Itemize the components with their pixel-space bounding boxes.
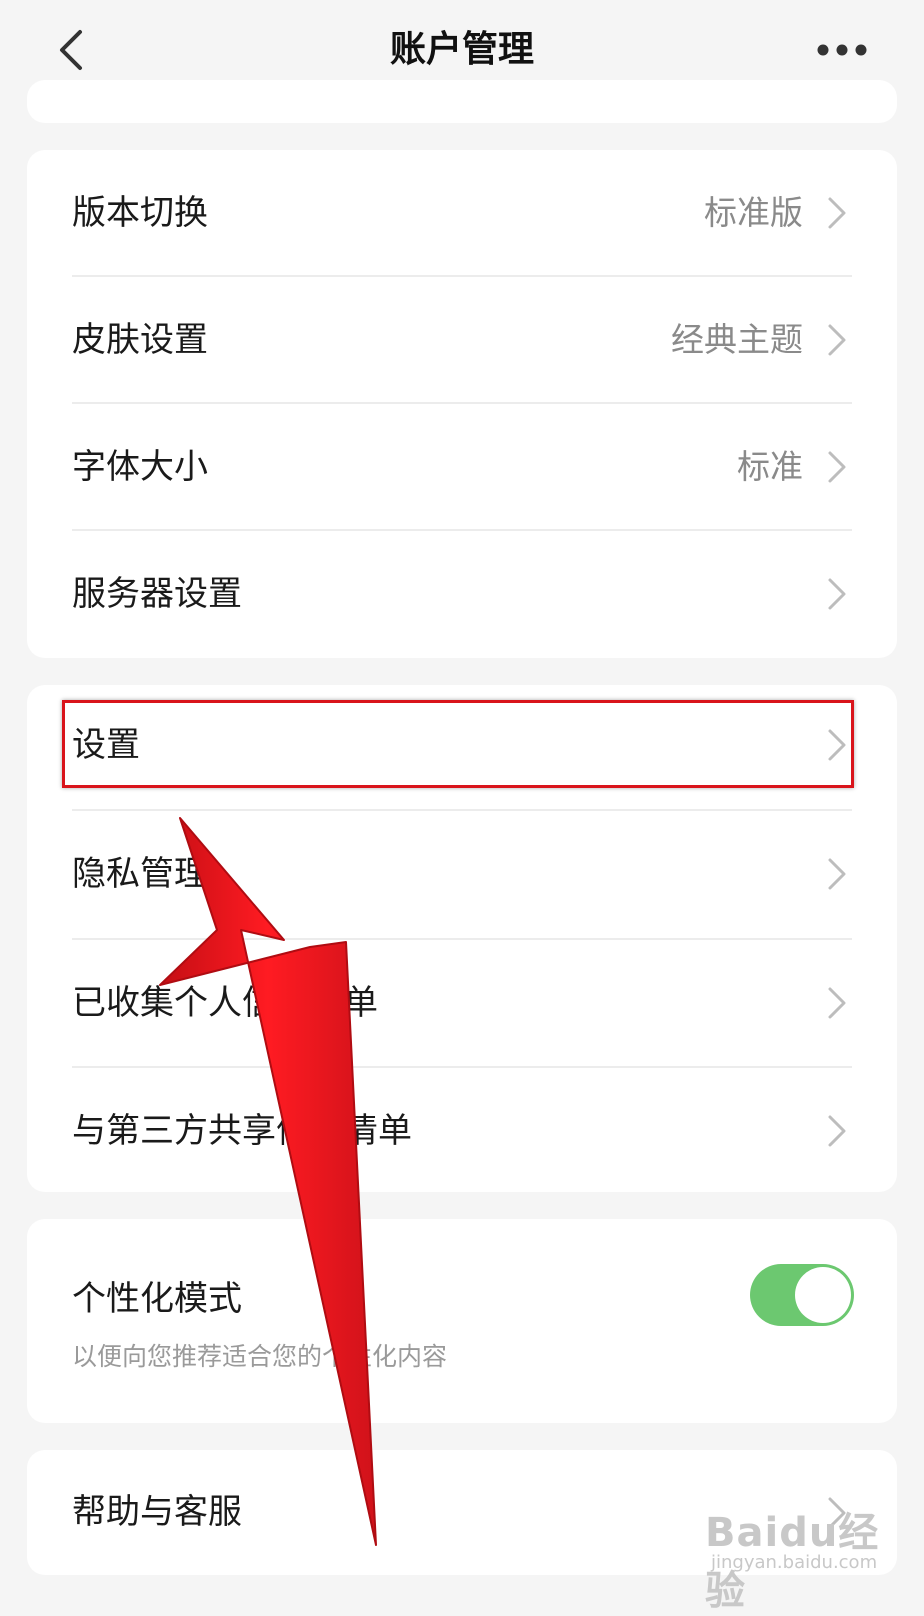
item-label: 与第三方共享信息清单	[72, 1111, 412, 1151]
personalization-toggle[interactable]	[750, 1264, 854, 1326]
item-label: 版本切换	[72, 193, 208, 233]
chevron-right-icon	[828, 729, 846, 761]
chevron-right-icon	[828, 1115, 846, 1147]
item-label: 已收集个人信息清单	[72, 983, 378, 1023]
toggle-knob	[795, 1267, 851, 1323]
item-label: 字体大小	[72, 447, 208, 487]
chevron-right-icon	[828, 987, 846, 1019]
item-value: 经典主题	[671, 320, 803, 359]
collected-info-list-item[interactable]: 已收集个人信息清单	[27, 940, 897, 1066]
personalization-card: 个性化模式 以便向您推荐适合您的个性化内容	[27, 1219, 897, 1423]
privacy-settings-card: 设置 隐私管理 已收集个人信息清单 与第三方共享信息清单	[27, 685, 897, 1192]
chevron-right-icon	[828, 197, 846, 229]
version-switch-item[interactable]: 版本切换 标准版	[27, 150, 897, 276]
chevron-right-icon	[828, 578, 846, 610]
skin-settings-item[interactable]: 皮肤设置 经典主题	[27, 277, 897, 403]
personalization-label: 个性化模式	[72, 1279, 242, 1319]
watermark-url: jingyan.baidu.com	[711, 1552, 878, 1573]
baidu-watermark: Baidu经验 jingyan.baidu.com	[705, 1500, 880, 1614]
font-size-item[interactable]: 字体大小 标准	[27, 404, 897, 530]
item-value: 标准版	[704, 193, 803, 232]
chevron-right-icon	[828, 451, 846, 483]
item-label: 帮助与客服	[72, 1492, 242, 1532]
third-party-shared-info-item[interactable]: 与第三方共享信息清单	[27, 1068, 897, 1192]
item-label: 皮肤设置	[72, 320, 208, 360]
display-settings-card: 版本切换 标准版 皮肤设置 经典主题 字体大小 标准 服务器设置	[27, 150, 897, 658]
item-value: 标准	[737, 447, 803, 486]
more-button[interactable]	[814, 30, 870, 70]
top-partial-card	[27, 80, 897, 123]
chevron-right-icon	[828, 858, 846, 890]
server-settings-item[interactable]: 服务器设置	[27, 531, 897, 657]
item-label: 服务器设置	[72, 574, 242, 614]
chevron-right-icon	[828, 324, 846, 356]
privacy-management-item[interactable]: 隐私管理	[27, 811, 897, 937]
item-label: 隐私管理	[72, 854, 208, 894]
personalization-description: 以便向您推荐适合您的个性化内容	[72, 1342, 448, 1371]
settings-item[interactable]: 设置	[27, 685, 897, 805]
more-dots-icon	[817, 44, 867, 56]
item-label: 设置	[72, 725, 140, 765]
